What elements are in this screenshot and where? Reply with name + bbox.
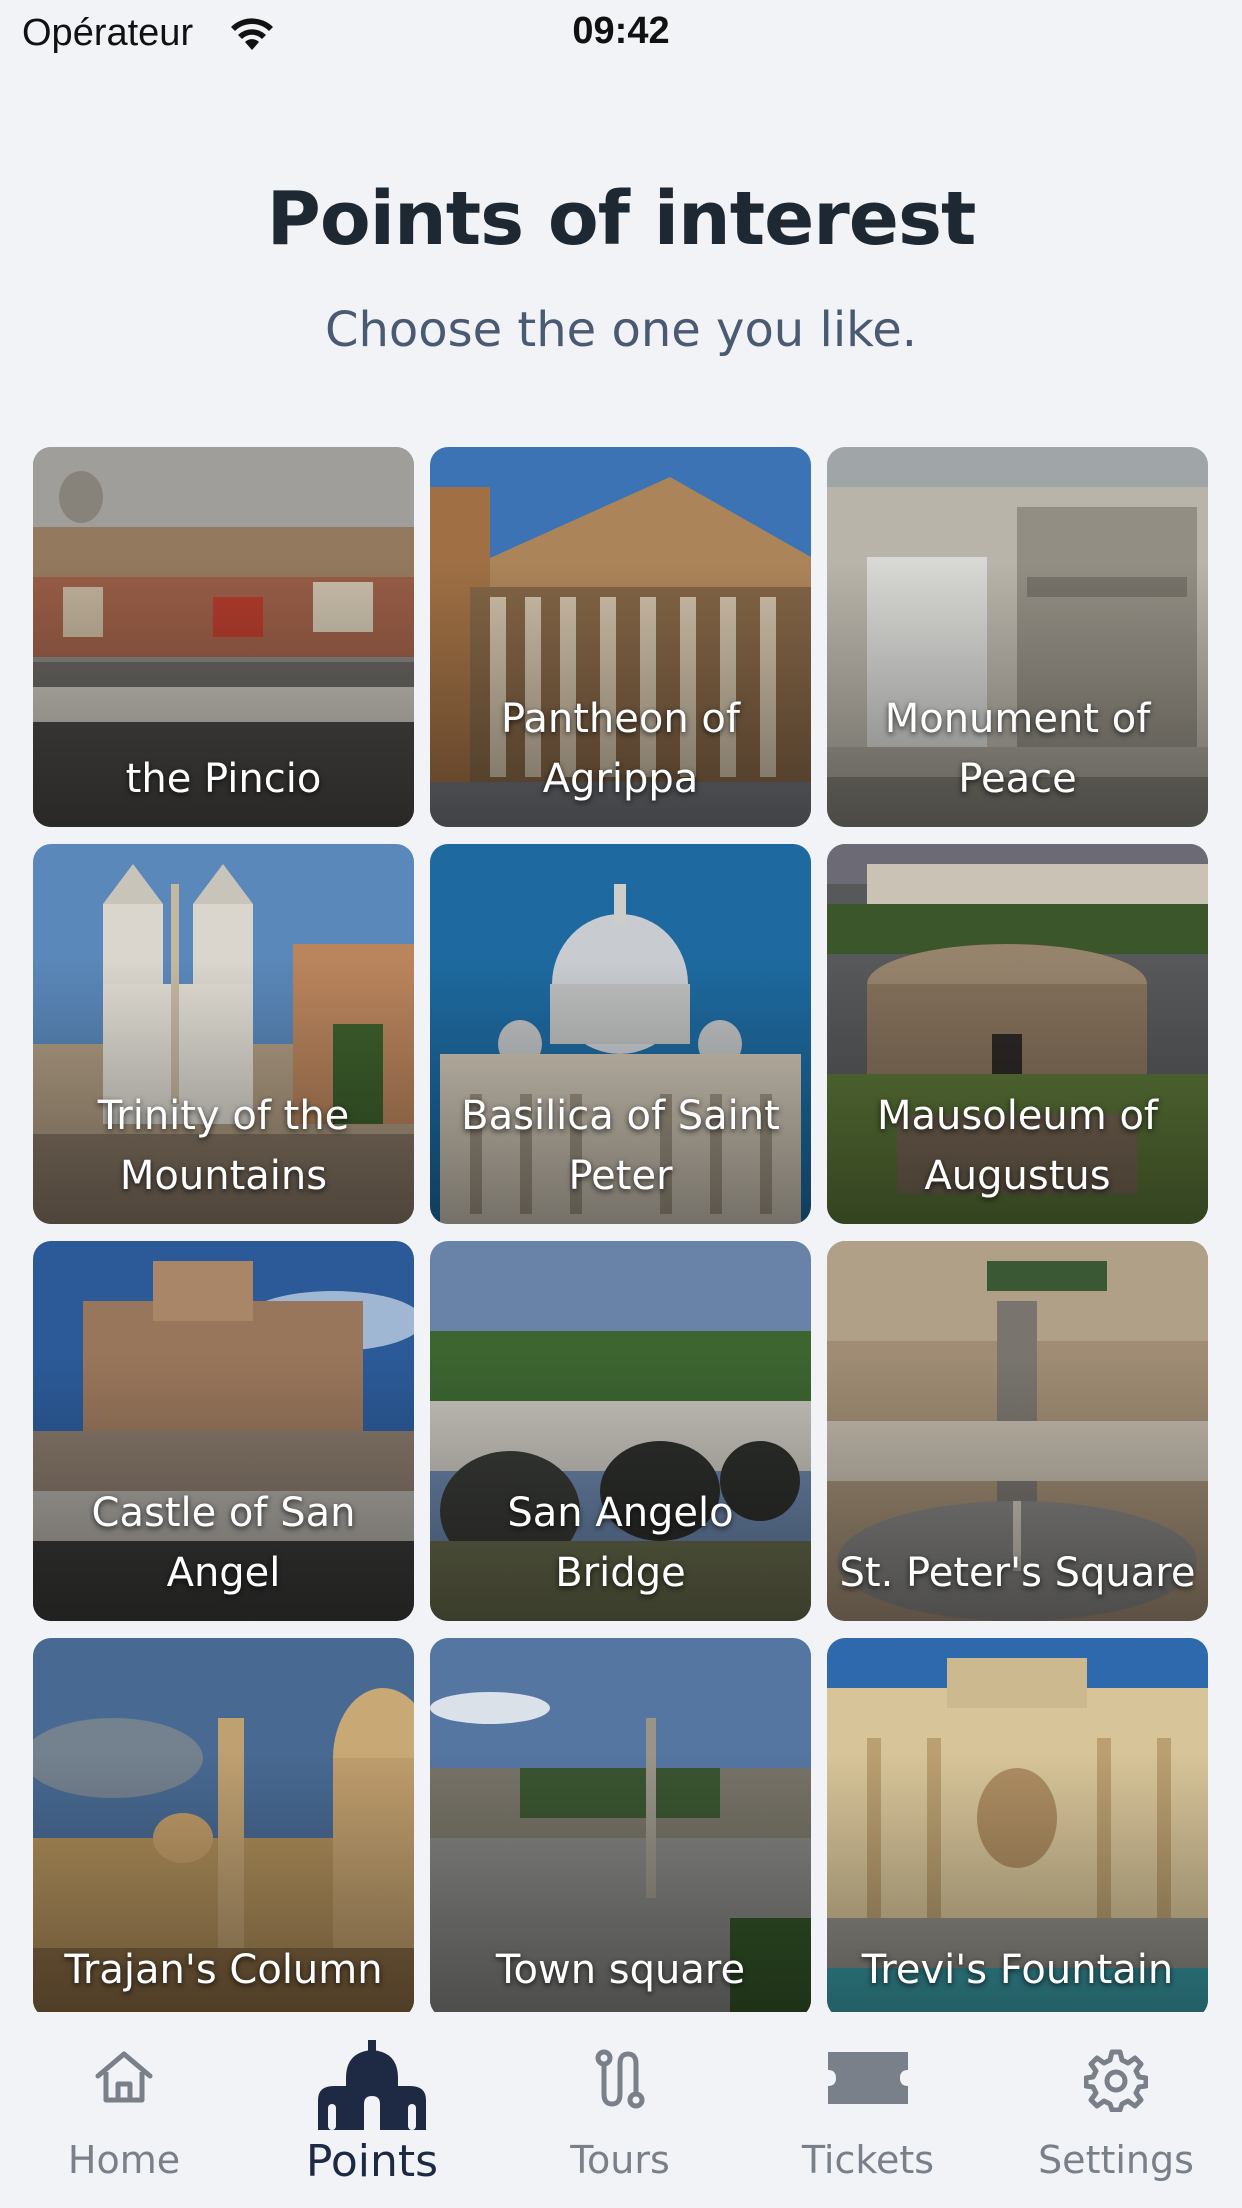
tab-tours[interactable]: Tours [496,2012,744,2208]
point-card-pantheon[interactable]: Pantheon of Agrippa [430,447,811,827]
tab-bar: Home Points Tours Tickets Settings [0,2012,1242,2208]
tab-settings[interactable]: Settings [992,2012,1240,2208]
point-label: Trajan's Column [64,1947,383,1993]
point-card-san-angelo-bridge[interactable]: San Angelo Bridge [430,1241,811,1621]
tab-tickets[interactable]: Tickets [744,2012,992,2208]
point-card-st-peters-square[interactable]: St. Peter's Square [827,1241,1208,1621]
point-label: Town square [495,1947,746,1993]
point-label: Monument of Peace [884,696,1151,802]
tab-label: Tours [570,2138,670,2182]
point-card-basilica-of-saint-peter[interactable]: Basilica of Saint Peter [430,844,811,1224]
point-card-castle-of-san-angel[interactable]: Castle of San Angel [33,1241,414,1621]
point-label: St. Peter's Square [839,1550,1196,1596]
point-label: Castle of San Angel [91,1490,356,1596]
point-card-trinity-of-the-mountains[interactable]: Trinity of the Mountains [33,844,414,1224]
point-label: Basilica of Saint Peter [461,1093,780,1199]
point-label: Trevi's Fountain [861,1947,1174,1993]
point-card-monument-of-peace[interactable]: Monument of Peace [827,447,1208,827]
tab-label: Settings [1038,2138,1194,2182]
point-card-town-square[interactable]: Town square [430,1638,811,2018]
gear-icon [1084,2049,1148,2112]
point-card-mausoleum-of-augustus[interactable]: Mausoleum of Augustus [827,844,1208,1224]
church-icon [318,2040,426,2130]
tab-label: Points [305,2136,439,2187]
tab-label: Tickets [801,2138,935,2182]
tab-points[interactable]: Points [248,2012,496,2208]
point-label: Pantheon of Agrippa [501,696,740,802]
point-label: Trinity of the Mountains [97,1093,350,1199]
point-label: San Angelo Bridge [507,1490,734,1596]
page-title: Points of interest [266,176,977,262]
ticket-icon [828,2052,908,2104]
status-time: 09:42 [572,10,670,52]
route-icon [595,2049,645,2109]
point-card-pincio[interactable]: the Pincio [33,447,414,827]
home-icon [95,2051,153,2103]
tab-label: Home [67,2138,181,2182]
status-bar: Opérateur 09:42 [0,0,1242,66]
point-card-trajans-column[interactable]: Trajan's Column [33,1638,414,2018]
page-subtitle: Choose the one you like. [324,302,918,358]
points-grid: the Pincio Pantheon of Agrippa Monument … [33,447,1209,2018]
tab-home[interactable]: Home [0,2012,248,2208]
point-label: the Pincio [125,756,322,802]
point-card-trevis-fountain[interactable]: Trevi's Fountain [827,1638,1208,2018]
point-label: Mausoleum of Augustus [877,1093,1158,1199]
